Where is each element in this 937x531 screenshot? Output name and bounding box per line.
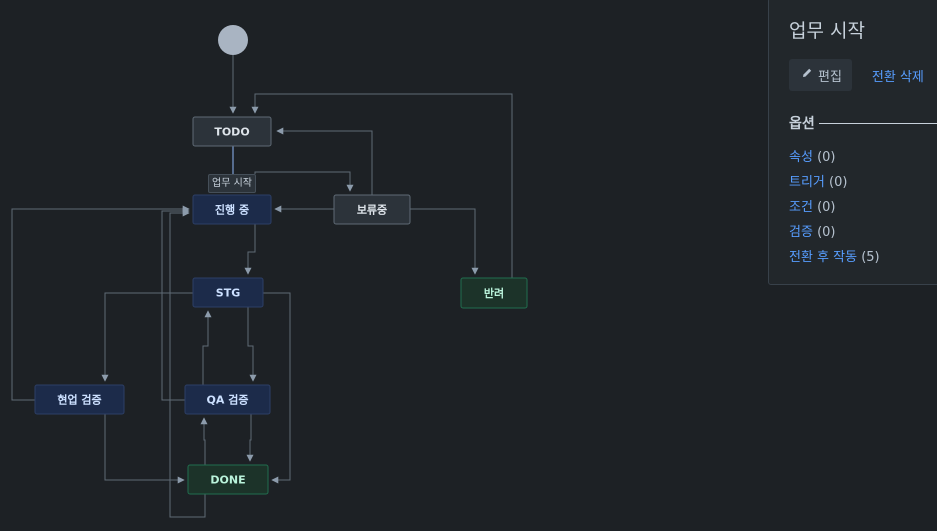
edge-hold-todo[interactable] <box>276 127 373 195</box>
options-divider <box>818 122 937 124</box>
options-list: 속성 (0) 트리거 (0) 조건 (0) 검증 (0) 전환 후 작동 (5) <box>789 145 937 270</box>
option-properties-count: (0) <box>817 150 836 165</box>
edge-inprogress-stg[interactable] <box>244 224 256 275</box>
edge-fieldcheck-done[interactable] <box>104 414 185 484</box>
panel-actions: 편집 전환 삭제 <box>789 59 937 91</box>
option-triggers-count: (0) <box>829 175 848 190</box>
option-post-functions: 전환 후 작동 (5) <box>789 245 937 270</box>
option-conditions-link[interactable]: 조건 <box>789 200 813 215</box>
status-node-done-label: DONE <box>210 474 245 487</box>
option-triggers: 트리거 (0) <box>789 170 937 195</box>
option-validators: 검증 (0) <box>789 220 937 245</box>
edit-button[interactable]: 편집 <box>789 59 852 91</box>
option-post-functions-link[interactable]: 전환 후 작동 <box>789 250 857 265</box>
edge-qacheck-inprogress[interactable] <box>161 207 190 401</box>
edge-done-qacheck[interactable] <box>200 417 208 465</box>
options-header: 옵션 <box>789 116 815 132</box>
status-node-todo[interactable]: TODO <box>192 116 272 147</box>
delete-transition-link[interactable]: 전환 삭제 <box>872 66 924 85</box>
edge-hold-reject[interactable] <box>410 208 479 275</box>
status-node-todo-label: TODO <box>214 126 249 139</box>
start-node[interactable] <box>218 25 248 55</box>
edit-button-label: 편집 <box>818 69 842 85</box>
status-node-done[interactable]: DONE <box>187 464 269 495</box>
option-validators-count: (0) <box>817 225 836 240</box>
edge-todo-hold[interactable] <box>254 171 354 192</box>
option-properties: 속성 (0) <box>789 145 937 170</box>
option-validators-link[interactable]: 검증 <box>789 225 813 240</box>
transition-details-panel: 업무 시작 편집 전환 삭제 옵션 속성 (0) 트리거 (0) 조건 (0) … <box>768 0 937 285</box>
pencil-icon <box>801 67 813 83</box>
options-header-row: 옵션 <box>789 113 937 133</box>
status-node-reject-label: 반려 <box>484 286 504 300</box>
edge-stg-qacheck[interactable] <box>247 307 257 382</box>
status-node-inprogress[interactable]: 진행 중 <box>192 194 272 225</box>
option-conditions-count: (0) <box>817 200 836 215</box>
status-node-qacheck[interactable]: QA 검증 <box>184 384 271 415</box>
option-triggers-link[interactable]: 트리거 <box>789 175 825 190</box>
edge-qacheck-stg[interactable] <box>202 310 212 385</box>
edge-stg-fieldcheck[interactable] <box>101 292 193 382</box>
status-node-stg[interactable]: STG <box>192 277 264 308</box>
status-node-reject[interactable]: 반려 <box>460 277 528 309</box>
panel-title: 업무 시작 <box>789 20 865 42</box>
status-node-qacheck-label: QA 검증 <box>207 394 249 407</box>
status-node-stg-label: STG <box>216 287 240 300</box>
status-node-fieldcheck-label: 현업 검증 <box>57 393 101 407</box>
status-node-hold[interactable]: 보류중 <box>333 194 411 225</box>
status-nodes: TODO 진행 중 보류중 STG 반려현업 검증 QA 검증 DONE <box>34 116 528 495</box>
edge-reject-todo[interactable] <box>251 93 513 278</box>
status-node-fieldcheck[interactable]: 현업 검증 <box>34 384 125 415</box>
option-properties-link[interactable]: 속성 <box>789 150 813 165</box>
status-node-inprogress-label: 진행 중 <box>215 203 249 217</box>
edge-qacheck-done[interactable] <box>246 414 254 462</box>
status-node-hold-label: 보류중 <box>357 204 387 217</box>
transition-label-start-work[interactable]: 업무 시작 <box>208 174 256 193</box>
option-post-functions-count: (5) <box>861 250 880 265</box>
option-conditions: 조건 (0) <box>789 195 937 220</box>
